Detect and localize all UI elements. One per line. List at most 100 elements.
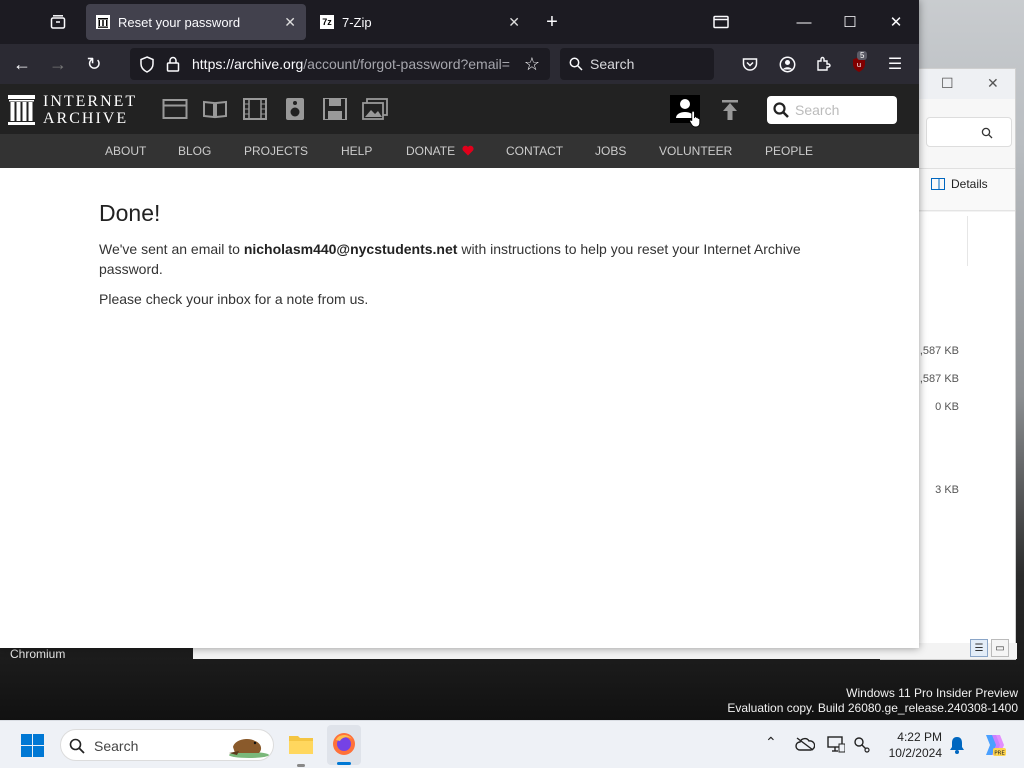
inbox-note: Please check your inbox for a note from …: [99, 291, 369, 307]
logo-line-2: ARCHIVE: [43, 110, 129, 127]
close-tab-icon[interactable]: ✕: [284, 14, 296, 31]
extensions-icon[interactable]: [813, 54, 833, 74]
onedrive-offline-icon[interactable]: [795, 737, 815, 751]
beaver-highlight-icon: [229, 739, 269, 758]
list-tabs-icon[interactable]: [711, 12, 731, 32]
texts-icon[interactable]: [202, 98, 228, 120]
page-title: Done!: [99, 200, 161, 226]
video-icon[interactable]: [242, 98, 268, 120]
nav-volunteer[interactable]: Volunteer: [659, 144, 732, 158]
display-icon[interactable]: [827, 736, 845, 753]
taskbar-search[interactable]: Search: [60, 729, 274, 761]
tab-reset-password[interactable]: Reset your password ✕: [86, 4, 306, 40]
file-size: ,587 KB: [919, 345, 959, 357]
svg-text:u: u: [857, 61, 861, 69]
url-path: /account/forgot-password?email=: [303, 56, 510, 72]
logo-line-1: INTERNET: [43, 93, 138, 110]
maximize-icon[interactable]: ☐: [840, 12, 860, 32]
close-window-icon[interactable]: ✕: [886, 12, 906, 32]
explorer-search-box[interactable]: [926, 117, 1012, 147]
show-hidden-icons-icon[interactable]: ⌃: [765, 734, 777, 751]
firefox-taskbar-button[interactable]: [327, 725, 361, 765]
account-icon[interactable]: [777, 54, 797, 74]
clock-time: 4:22 PM: [897, 730, 942, 744]
tab-7zip[interactable]: 7z 7-Zip ✕: [310, 4, 530, 40]
notification-bell-icon[interactable]: [949, 736, 965, 754]
details-view-icon[interactable]: ☰: [970, 639, 988, 657]
nav-contact[interactable]: Contact: [506, 144, 563, 158]
desktop-window-label: Chromium: [10, 647, 66, 661]
maximize-icon[interactable]: ☐: [941, 75, 954, 92]
search-icon: [981, 127, 993, 139]
nav-help[interactable]: Help: [341, 144, 372, 158]
menu-icon[interactable]: ☰: [885, 54, 905, 74]
audio-icon[interactable]: [282, 98, 308, 120]
archive-icon: [96, 15, 110, 29]
nav-people[interactable]: People: [765, 144, 813, 158]
nav-donate-label: Donate: [406, 144, 456, 158]
back-icon[interactable]: ←: [12, 54, 32, 74]
firefox-view-icon[interactable]: [47, 12, 69, 32]
hand-cursor-icon: [689, 110, 701, 128]
bookmark-star-icon[interactable]: ☆: [522, 54, 542, 74]
svg-text:PRE: PRE: [994, 751, 1005, 757]
7zip-icon: 7z: [320, 15, 334, 29]
nav-about[interactable]: About: [105, 144, 146, 158]
ublock-origin-icon[interactable]: u 5: [849, 51, 869, 74]
firefox-icon: [333, 733, 355, 755]
archive-building-icon: [8, 95, 35, 125]
heart-icon: [462, 145, 475, 156]
windows-watermark: Windows 11 Pro Insider Preview Evaluatio…: [727, 686, 1018, 716]
close-tab-icon[interactable]: ✕: [508, 14, 520, 31]
ia-search-input[interactable]: Search: [767, 96, 897, 124]
nav-blog[interactable]: Blog: [178, 144, 211, 158]
details-pane-icon: [931, 178, 945, 190]
tab-bar: Reset your password ✕ 7z 7-Zip ✕ + — ☐ ✕: [0, 0, 919, 44]
taskbar: Search ⌃ 4:22 PM 10/2/2024 PRE: [0, 720, 1024, 768]
shield-icon[interactable]: [139, 56, 155, 73]
user-account-button[interactable]: [670, 95, 701, 128]
ia-logo-link[interactable]: INTERNET ARCHIVE: [8, 93, 137, 127]
url-host: https://archive.org: [192, 56, 304, 72]
forward-icon[interactable]: →: [48, 54, 68, 74]
close-icon[interactable]: ✕: [987, 75, 999, 92]
tiles-view-icon[interactable]: ▭: [991, 639, 1009, 657]
reload-icon[interactable]: ↻: [84, 54, 104, 74]
nav-jobs[interactable]: Jobs: [595, 144, 626, 158]
network-icon[interactable]: [853, 736, 871, 754]
email-address: nicholasm440@nycstudents.net: [243, 241, 458, 257]
search-icon: [69, 738, 85, 754]
file-explorer-icon[interactable]: [288, 733, 314, 755]
details-label: Details: [951, 177, 988, 191]
details-pane-button[interactable]: Details: [931, 177, 988, 191]
navigation-toolbar: ← → ↻ https://archive.org/account/forgot…: [0, 44, 919, 84]
firefox-window: Reset your password ✕ 7z 7-Zip ✕ + — ☐ ✕…: [0, 0, 919, 648]
web-icon[interactable]: [162, 98, 188, 120]
search-icon: [773, 102, 789, 118]
nav-donate[interactable]: Donate: [406, 144, 475, 158]
pocket-icon[interactable]: [740, 54, 760, 74]
message-prefix: We've sent an email to: [99, 241, 244, 257]
nav-projects[interactable]: Projects: [244, 144, 308, 158]
extension-badge: 5: [857, 51, 868, 60]
upload-icon[interactable]: [720, 100, 740, 120]
ia-top-bar: INTERNET ARCHIVE Search: [0, 84, 919, 134]
copilot-icon[interactable]: PRE: [980, 732, 1006, 758]
url-bar[interactable]: https://archive.org/account/forgot-passw…: [130, 48, 550, 80]
browser-search-bar[interactable]: Search: [560, 48, 714, 80]
file-explorer-running-indicator: [297, 764, 305, 767]
clock-date: 10/2/2024: [888, 746, 942, 760]
file-size: 3 KB: [935, 484, 959, 496]
start-icon[interactable]: [21, 734, 44, 757]
images-icon[interactable]: [362, 98, 388, 120]
firefox-active-indicator: [337, 762, 351, 765]
watermark-line-2: Evaluation copy. Build 26080.ge_release.…: [727, 701, 1018, 715]
file-size: ,587 KB: [919, 373, 959, 385]
url-text[interactable]: https://archive.org/account/forgot-passw…: [192, 56, 512, 72]
system-clock[interactable]: 4:22 PM 10/2/2024: [880, 729, 942, 761]
view-toggle: ☰ ▭: [970, 639, 1009, 657]
software-icon[interactable]: [322, 98, 348, 120]
minimize-icon[interactable]: —: [794, 12, 814, 32]
new-tab-icon[interactable]: +: [542, 11, 562, 33]
lock-icon[interactable]: [166, 56, 180, 72]
